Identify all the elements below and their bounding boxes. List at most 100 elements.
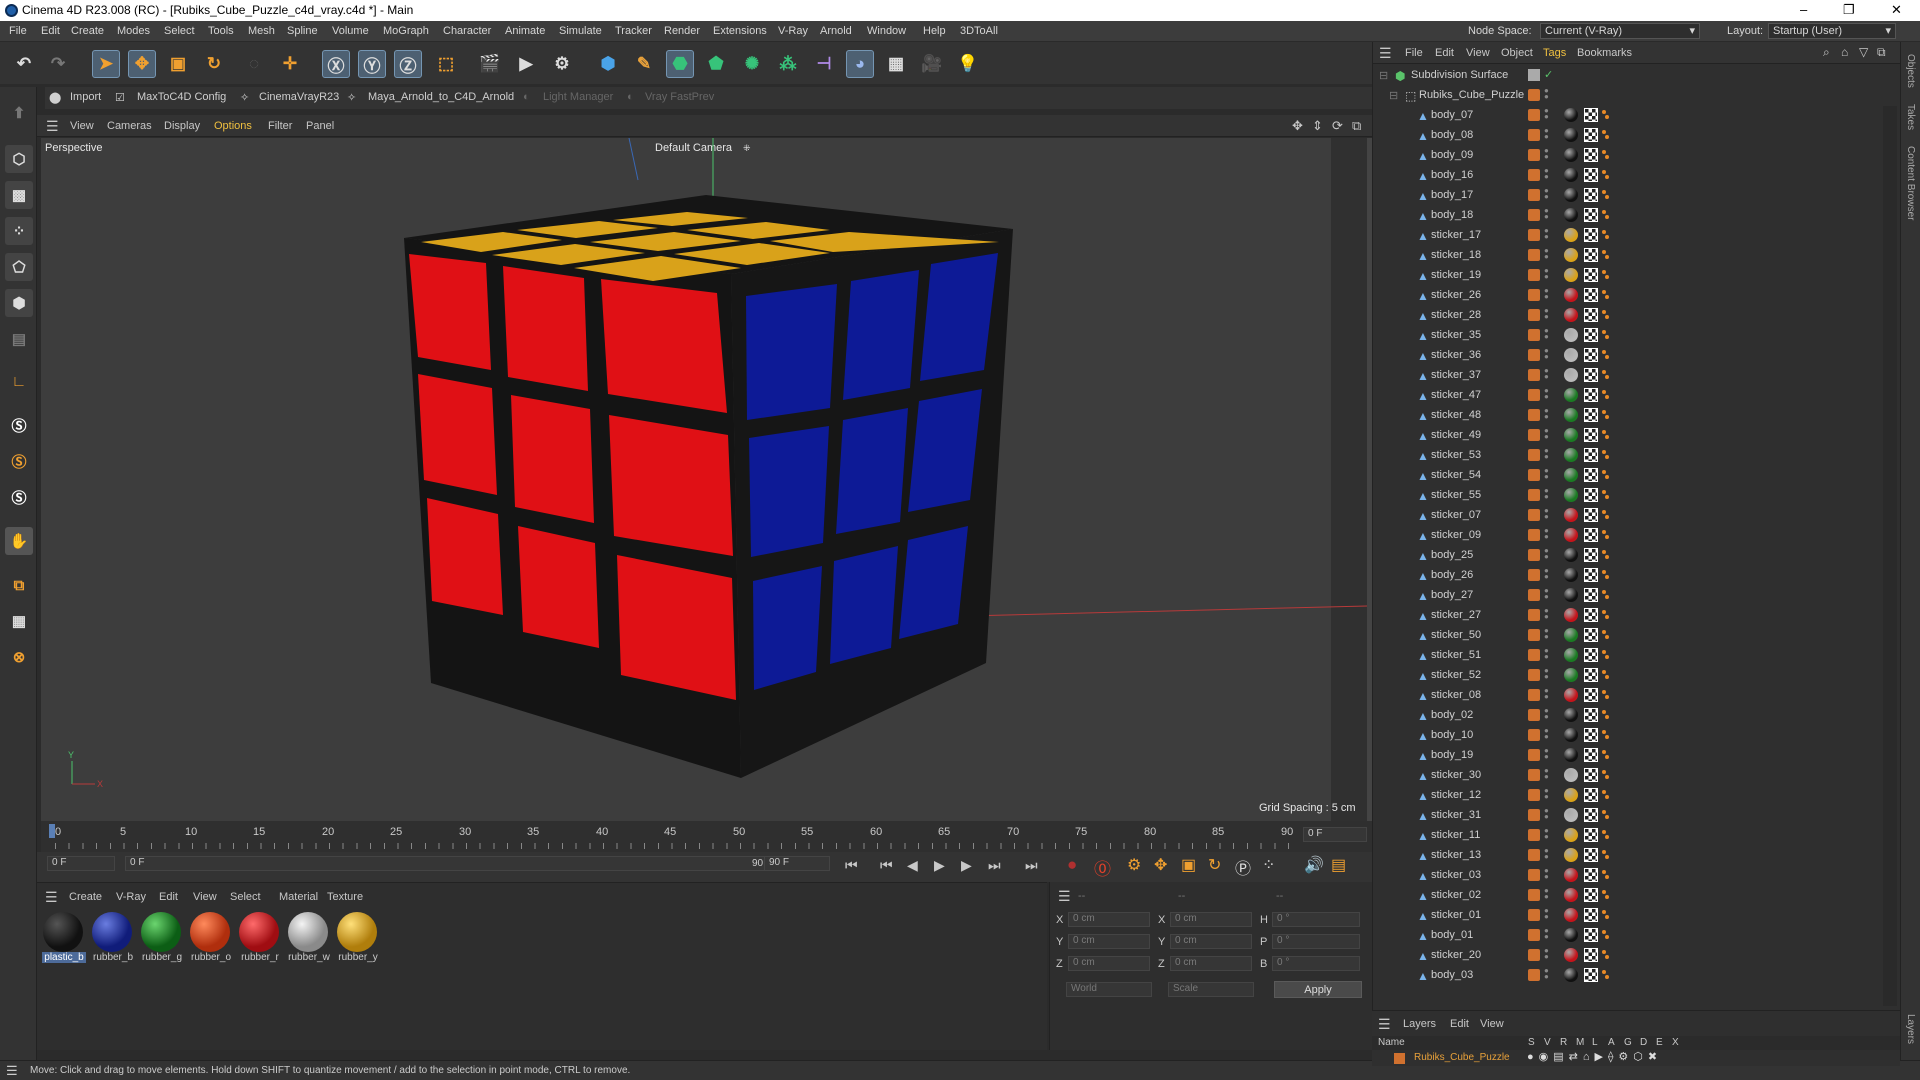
menu-character[interactable]: Character xyxy=(443,25,491,37)
material-tag-icon[interactable] xyxy=(1564,808,1578,822)
snap-settings-icon[interactable]: Ⓢ xyxy=(5,447,33,475)
visibility-dots[interactable]: ● ● xyxy=(1544,847,1549,861)
menu-mograph[interactable]: MoGraph xyxy=(383,25,429,37)
coords-mode-select[interactable]: World xyxy=(1066,982,1152,997)
x-axis-icon[interactable]: Ⓧ xyxy=(322,50,350,78)
visibility-dots[interactable]: ● ● xyxy=(1544,547,1549,561)
bend-deformer-icon[interactable]: ⊣ xyxy=(810,50,838,78)
texture-tag-icon[interactable] xyxy=(1584,388,1598,402)
visibility-dots[interactable]: ● ● xyxy=(1544,267,1549,281)
vray-tag-icon[interactable] xyxy=(1602,290,1606,294)
vray-tag-icon[interactable] xyxy=(1602,590,1606,594)
tab-takes[interactable]: Takes xyxy=(1905,104,1916,130)
material-tag-icon[interactable] xyxy=(1564,628,1578,642)
texture-tag-icon[interactable] xyxy=(1584,168,1598,182)
texture-tag-icon[interactable] xyxy=(1584,848,1598,862)
polygons-mode-icon[interactable]: ⬢ xyxy=(5,289,33,317)
status-hamburger-icon[interactable]: ☰ xyxy=(6,1063,18,1079)
visibility-dots[interactable]: ● ● xyxy=(1544,187,1549,201)
points-mode-icon[interactable]: ⁘ xyxy=(5,217,33,245)
vray-tag-icon[interactable] xyxy=(1602,430,1606,434)
restore-button[interactable]: ❐ xyxy=(1843,2,1855,18)
texture-tag-icon[interactable] xyxy=(1584,528,1598,542)
vray-tag-icon[interactable] xyxy=(1602,930,1606,934)
object-row[interactable]: ▲ body_17 ● ● xyxy=(1373,186,1883,206)
vray-tag-icon[interactable] xyxy=(1602,470,1606,474)
menu-modes[interactable]: Modes xyxy=(117,25,150,37)
pos-z-field[interactable]: 0 cm xyxy=(1068,956,1150,971)
visibility-dots[interactable]: ● ● xyxy=(1544,347,1549,361)
axis-mode-icon[interactable]: ∟ xyxy=(5,367,33,395)
texture-tag-icon[interactable] xyxy=(1584,348,1598,362)
current-frame-field[interactable]: 0 F xyxy=(1303,827,1367,842)
texture-tag-icon[interactable] xyxy=(1584,208,1598,222)
node-space-select[interactable]: Current (V-Ray) xyxy=(1540,23,1700,39)
visibility-dots[interactable]: ● ● xyxy=(1544,167,1549,181)
object-row[interactable]: ▲ sticker_17 ● ● xyxy=(1373,226,1883,246)
vray-tag-icon[interactable] xyxy=(1602,630,1606,634)
texture-tag-icon[interactable] xyxy=(1584,928,1598,942)
visibility-dots[interactable]: ● ● xyxy=(1544,887,1549,901)
texture-tag-icon[interactable] xyxy=(1584,148,1598,162)
object-row[interactable]: ▲ sticker_37 ● ● xyxy=(1373,366,1883,386)
material-tag-icon[interactable] xyxy=(1564,228,1578,242)
object-row[interactable]: ▲ body_19 ● ● xyxy=(1373,746,1883,766)
material-tag-icon[interactable] xyxy=(1564,568,1578,582)
extrude-icon[interactable]: ⬟ xyxy=(702,50,730,78)
vray-tag-icon[interactable] xyxy=(1602,270,1606,274)
visibility-dots[interactable]: ● ● xyxy=(1544,427,1549,441)
object-row[interactable]: ▲ sticker_47 ● ● xyxy=(1373,386,1883,406)
visibility-dots[interactable]: ● ● xyxy=(1544,507,1549,521)
object-row[interactable]: ▲ sticker_28 ● ● xyxy=(1373,306,1883,326)
texture-tag-icon[interactable] xyxy=(1584,288,1598,302)
material-tag-icon[interactable] xyxy=(1564,128,1578,142)
previous-frame-icon[interactable]: ◀ xyxy=(907,857,918,874)
object-row[interactable]: ▲ body_25 ● ● xyxy=(1373,546,1883,566)
key-pla-icon[interactable]: ⁘ xyxy=(1262,855,1275,875)
menu-arnold[interactable]: Arnold xyxy=(820,25,852,37)
end-frame-field[interactable]: 90 F xyxy=(764,856,830,871)
material-tag-icon[interactable] xyxy=(1564,468,1578,482)
material-swatch[interactable]: rubber_o xyxy=(189,912,231,968)
texture-tag-icon[interactable] xyxy=(1584,868,1598,882)
motion-system-icon[interactable]: 🔊 xyxy=(1304,855,1324,875)
workplane-icon[interactable]: ⧉ xyxy=(5,571,33,599)
texture-tag-icon[interactable] xyxy=(1584,608,1598,622)
redo-icon[interactable]: ↷ xyxy=(44,50,72,78)
workplane-snap-icon[interactable]: Ⓢ xyxy=(5,483,33,511)
pen-icon[interactable]: ✎ xyxy=(630,50,658,78)
material-tag-icon[interactable] xyxy=(1564,748,1578,762)
plugin-light-manager[interactable]: Light Manager xyxy=(543,91,613,103)
object-row[interactable]: ▲ sticker_54 ● ● xyxy=(1373,466,1883,486)
visibility-dots[interactable]: ● ● xyxy=(1544,287,1549,301)
texture-tag-icon[interactable] xyxy=(1584,408,1598,422)
object-row[interactable]: ▲ body_08 ● ● xyxy=(1373,126,1883,146)
plugin-cinemavrayr23[interactable]: CinemaVrayR23 xyxy=(259,91,339,103)
key-scale-icon[interactable]: ▣ xyxy=(1181,855,1196,875)
vray-tag-icon[interactable] xyxy=(1602,130,1606,134)
key-position-icon[interactable]: ✥ xyxy=(1154,855,1167,875)
menu-volume[interactable]: Volume xyxy=(332,25,369,37)
texture-tag-icon[interactable] xyxy=(1584,708,1598,722)
key-parameter-icon[interactable]: Ⓟ xyxy=(1235,855,1251,879)
layers-menu-edit[interactable]: Edit xyxy=(1450,1018,1469,1030)
vray-tag-icon[interactable] xyxy=(1602,250,1606,254)
visibility-dots[interactable]: ● ● xyxy=(1544,487,1549,501)
vray-tag-icon[interactable] xyxy=(1602,450,1606,454)
material-swatch[interactable]: rubber_g xyxy=(140,912,182,968)
tweak-icon[interactable]: ✋ xyxy=(5,527,33,555)
size-z-field[interactable]: 0 cm xyxy=(1170,956,1252,971)
vray-tag-icon[interactable] xyxy=(1602,750,1606,754)
material-menu-create[interactable]: Create xyxy=(69,891,102,903)
visibility-dots[interactable]: ● ● xyxy=(1544,967,1549,981)
menu-extensions[interactable]: Extensions xyxy=(713,25,767,37)
vray-tag-icon[interactable] xyxy=(1602,610,1606,614)
vray-tag-icon[interactable] xyxy=(1602,910,1606,914)
object-row[interactable]: ▲ sticker_52 ● ● xyxy=(1373,666,1883,686)
object-menu-bookmarks[interactable]: Bookmarks xyxy=(1577,47,1632,59)
edges-mode-icon[interactable]: ⬠ xyxy=(5,253,33,281)
scale-icon[interactable]: ▣ xyxy=(164,50,192,78)
texture-tag-icon[interactable] xyxy=(1584,948,1598,962)
object-scrollbar[interactable] xyxy=(1883,106,1897,1006)
visibility-dots[interactable]: ● ● xyxy=(1544,947,1549,961)
